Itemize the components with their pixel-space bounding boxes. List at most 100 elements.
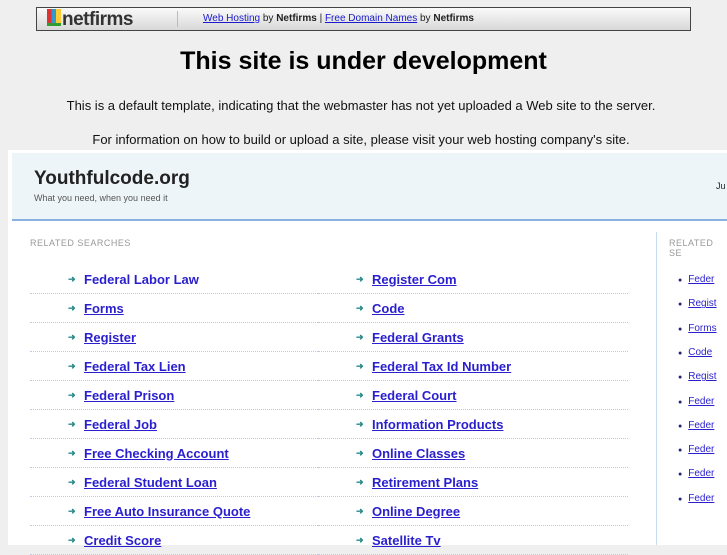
side-related-link[interactable]: Feder <box>688 274 714 285</box>
related-search-link[interactable]: Credit Score <box>84 533 161 548</box>
related-searches-label: RELATED SEARCHES <box>30 238 131 248</box>
related-search-item[interactable]: ➜ Federal Student Loan <box>30 468 318 497</box>
netfirms-logo[interactable]: netfirms <box>47 9 133 31</box>
side-related-item[interactable]: ● Forms <box>678 323 717 334</box>
related-search-item[interactable]: ➜ Free Checking Account <box>30 439 318 468</box>
related-list-right: ➜ Register Com ➜ Code ➜ Federal Grants ➜ Federa… <box>318 265 628 555</box>
netfirms-banner: netfirms Web Hosting by Netfirms | Free … <box>36 7 691 31</box>
parked-page-frame: Youthfulcode.org What you need, when you… <box>8 150 727 555</box>
side-related-item[interactable]: ● Feder <box>678 274 714 285</box>
bullet-icon: ● <box>678 325 683 333</box>
side-related-item[interactable]: ● Feder <box>678 493 714 504</box>
side-related-link[interactable]: Forms <box>688 323 716 334</box>
web-hosting-link[interactable]: Web Hosting <box>203 13 260 24</box>
related-search-item[interactable]: ➜ Federal Prison <box>30 381 318 410</box>
arrow-icon: ➜ <box>68 331 76 342</box>
related-search-link[interactable]: Forms <box>84 301 124 316</box>
related-search-link[interactable]: Retirement Plans <box>372 475 478 490</box>
related-search-item[interactable]: ➜ Forms <box>30 294 318 323</box>
bullet-icon: ● <box>678 349 683 357</box>
side-related-link[interactable]: Regist <box>688 298 716 309</box>
bullet-icon: ● <box>678 447 683 455</box>
bullet-icon: ● <box>678 301 683 309</box>
arrow-icon: ➜ <box>68 476 76 487</box>
related-search-link[interactable]: Federal Tax Lien <box>84 359 186 374</box>
side-related-item[interactable]: ● Code <box>678 347 712 358</box>
related-search-link[interactable]: Free Auto Insurance Quote <box>84 504 250 519</box>
related-search-item[interactable]: ➜ Register Com <box>318 265 628 294</box>
side-related-item[interactable]: ● Feder <box>678 396 714 407</box>
side-related-link[interactable]: Feder <box>688 444 714 455</box>
arrow-icon: ➜ <box>68 418 76 429</box>
brand-text: Netfirms <box>276 13 317 24</box>
related-search-link[interactable]: Federal Labor Law <box>84 272 199 287</box>
side-related-item[interactable]: ● Feder <box>678 420 714 431</box>
related-search-link[interactable]: Register <box>84 330 136 345</box>
related-search-item[interactable]: ➜ Satellite Tv <box>318 526 628 555</box>
arrow-icon: ➜ <box>356 389 364 400</box>
related-search-link[interactable]: Federal Student Loan <box>84 475 217 490</box>
related-searches-label-right: RELATED SE <box>669 238 714 258</box>
related-search-link[interactable]: Federal Grants <box>372 330 464 345</box>
side-related-item[interactable]: ● Feder <box>678 468 714 479</box>
related-search-item[interactable]: ➜ Credit Score <box>30 526 318 555</box>
side-related-link[interactable]: Feder <box>688 468 714 479</box>
related-search-link[interactable]: Federal Court <box>372 388 457 403</box>
site-name[interactable]: Youthfulcode.org <box>34 168 190 190</box>
side-related-link[interactable]: Feder <box>688 493 714 504</box>
related-search-item[interactable]: ➜ Federal Tax Lien <box>30 352 318 381</box>
related-search-link[interactable]: Free Checking Account <box>84 446 229 461</box>
banner-links: Web Hosting by Netfirms | Free Domain Na… <box>203 13 474 24</box>
side-related-link[interactable]: Feder <box>688 420 714 431</box>
related-search-item[interactable]: ➜ Free Auto Insurance Quote <box>30 497 318 526</box>
related-search-item[interactable]: ➜ Information Products <box>318 410 628 439</box>
info-line-1: This is a default template, indicating t… <box>66 98 656 113</box>
netfirms-logo-icon <box>47 9 61 26</box>
related-search-link[interactable]: Register Com <box>372 272 457 287</box>
page-title: This site is under development <box>180 47 547 75</box>
related-search-item[interactable]: ➜ Online Classes <box>318 439 628 468</box>
side-related-link[interactable]: Code <box>688 347 712 358</box>
by-text: by <box>420 13 431 24</box>
arrow-icon: ➜ <box>68 447 76 458</box>
side-related-link[interactable]: Feder <box>688 396 714 407</box>
arrow-icon: ➜ <box>68 534 76 545</box>
arrow-icon: ➜ <box>68 273 76 284</box>
related-search-item[interactable]: ➜ Federal Court <box>318 381 628 410</box>
bullet-icon: ● <box>678 422 683 430</box>
related-search-item[interactable]: ➜ Federal Grants <box>318 323 628 352</box>
free-domain-link[interactable]: Free Domain Names <box>325 13 417 24</box>
arrow-icon: ➜ <box>68 505 76 516</box>
bullet-icon: ● <box>678 495 683 503</box>
side-related-item[interactable]: ● Regist <box>678 298 717 309</box>
related-search-item[interactable]: ➜ Federal Labor Law <box>30 265 318 294</box>
side-related-link[interactable]: Regist <box>688 371 716 382</box>
bullet-icon: ● <box>678 374 683 382</box>
related-search-item[interactable]: ➜ Online Degree <box>318 497 628 526</box>
pipe: | <box>319 13 323 24</box>
related-search-link[interactable]: Information Products <box>372 417 503 432</box>
divider <box>177 11 178 27</box>
related-search-link[interactable]: Online Classes <box>372 446 465 461</box>
arrow-icon: ➜ <box>356 534 364 545</box>
related-search-item[interactable]: ➜ Federal Job <box>30 410 318 439</box>
side-related-item[interactable]: ● Regist <box>678 371 717 382</box>
site-tagline: What you need, when you need it <box>34 193 168 203</box>
related-search-item[interactable]: ➜ Code <box>318 294 628 323</box>
bullet-icon: ● <box>678 471 683 479</box>
related-search-link[interactable]: Federal Tax Id Number <box>372 359 511 374</box>
related-search-item[interactable]: ➜ Retirement Plans <box>318 468 628 497</box>
related-search-item[interactable]: ➜ Register <box>30 323 318 352</box>
related-search-link[interactable]: Online Degree <box>372 504 460 519</box>
by-text: by <box>262 13 274 24</box>
header-right-text: Ju <box>716 181 726 191</box>
bullet-icon: ● <box>678 277 683 284</box>
related-search-link[interactable]: Federal Job <box>84 417 157 432</box>
related-search-item[interactable]: ➜ Federal Tax Id Number <box>318 352 628 381</box>
side-related-item[interactable]: ● Feder <box>678 444 714 455</box>
related-search-link[interactable]: Code <box>372 301 405 316</box>
arrow-icon: ➜ <box>356 505 364 516</box>
related-search-link[interactable]: Satellite Tv <box>372 533 441 548</box>
info-line-2: For information on how to build or uploa… <box>92 132 630 147</box>
related-search-link[interactable]: Federal Prison <box>84 388 174 403</box>
